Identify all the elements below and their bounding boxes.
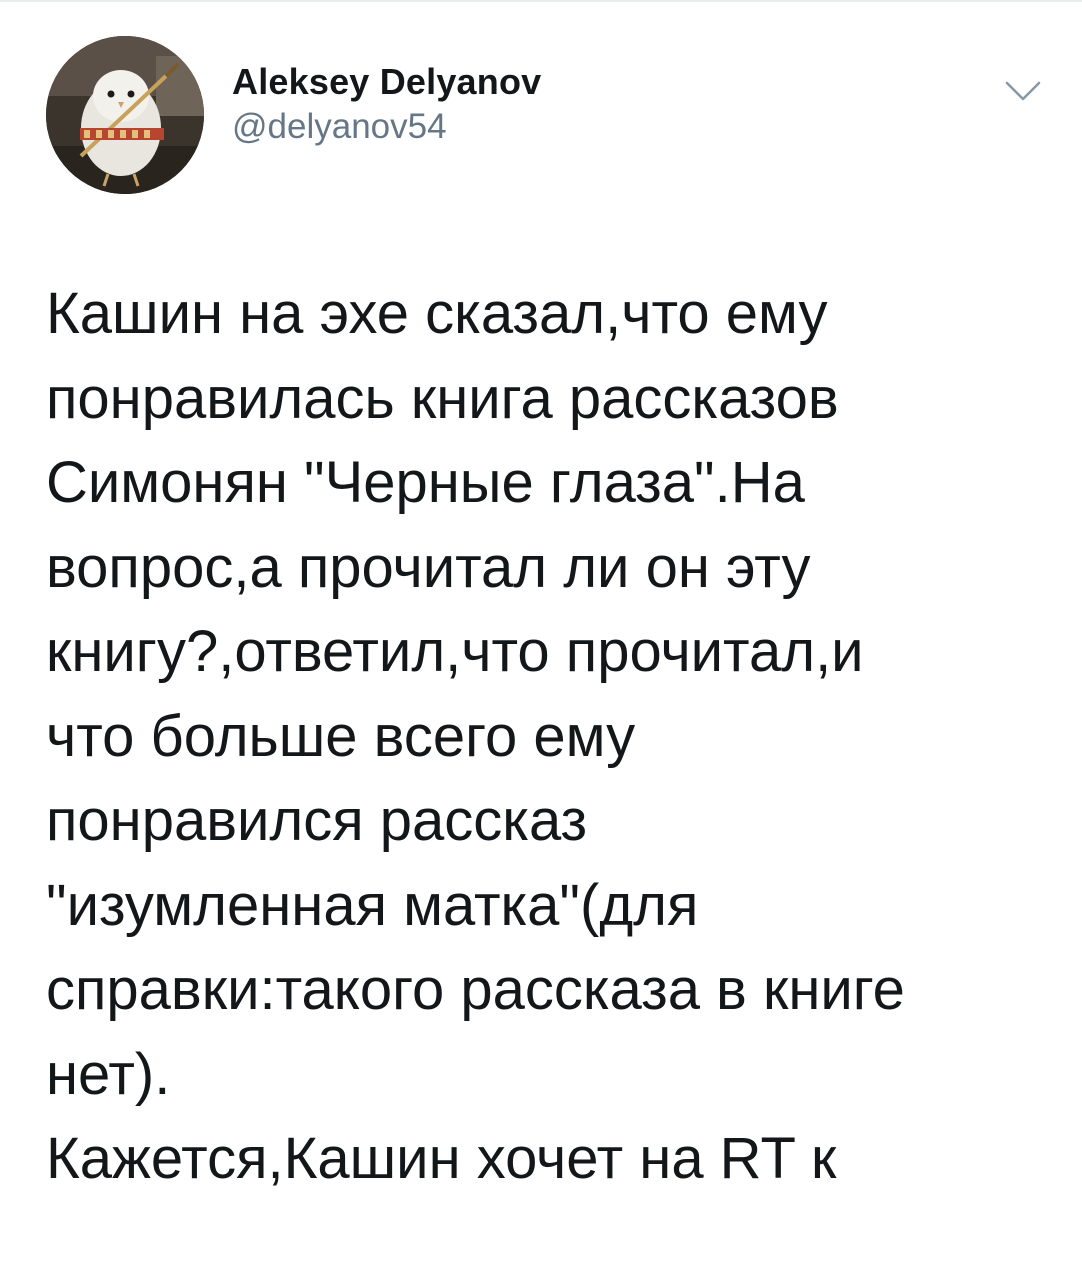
tweet-menu-button[interactable] xyxy=(1004,78,1042,104)
user-handle[interactable]: @delyanov54 xyxy=(232,106,541,148)
owl-chick-avatar-icon xyxy=(46,36,204,194)
tweet-text: Кашин на эхе сказал,что ему понравилась … xyxy=(46,281,905,1191)
avatar[interactable] xyxy=(46,36,204,194)
display-name[interactable]: Aleksey Delyanov xyxy=(232,60,541,104)
author-block[interactable]: Aleksey Delyanov @delyanov54 xyxy=(232,60,541,148)
tweet: Aleksey Delyanov @delyanov54 Кашин на эх… xyxy=(0,0,1082,1280)
chevron-down-icon xyxy=(1005,81,1041,101)
